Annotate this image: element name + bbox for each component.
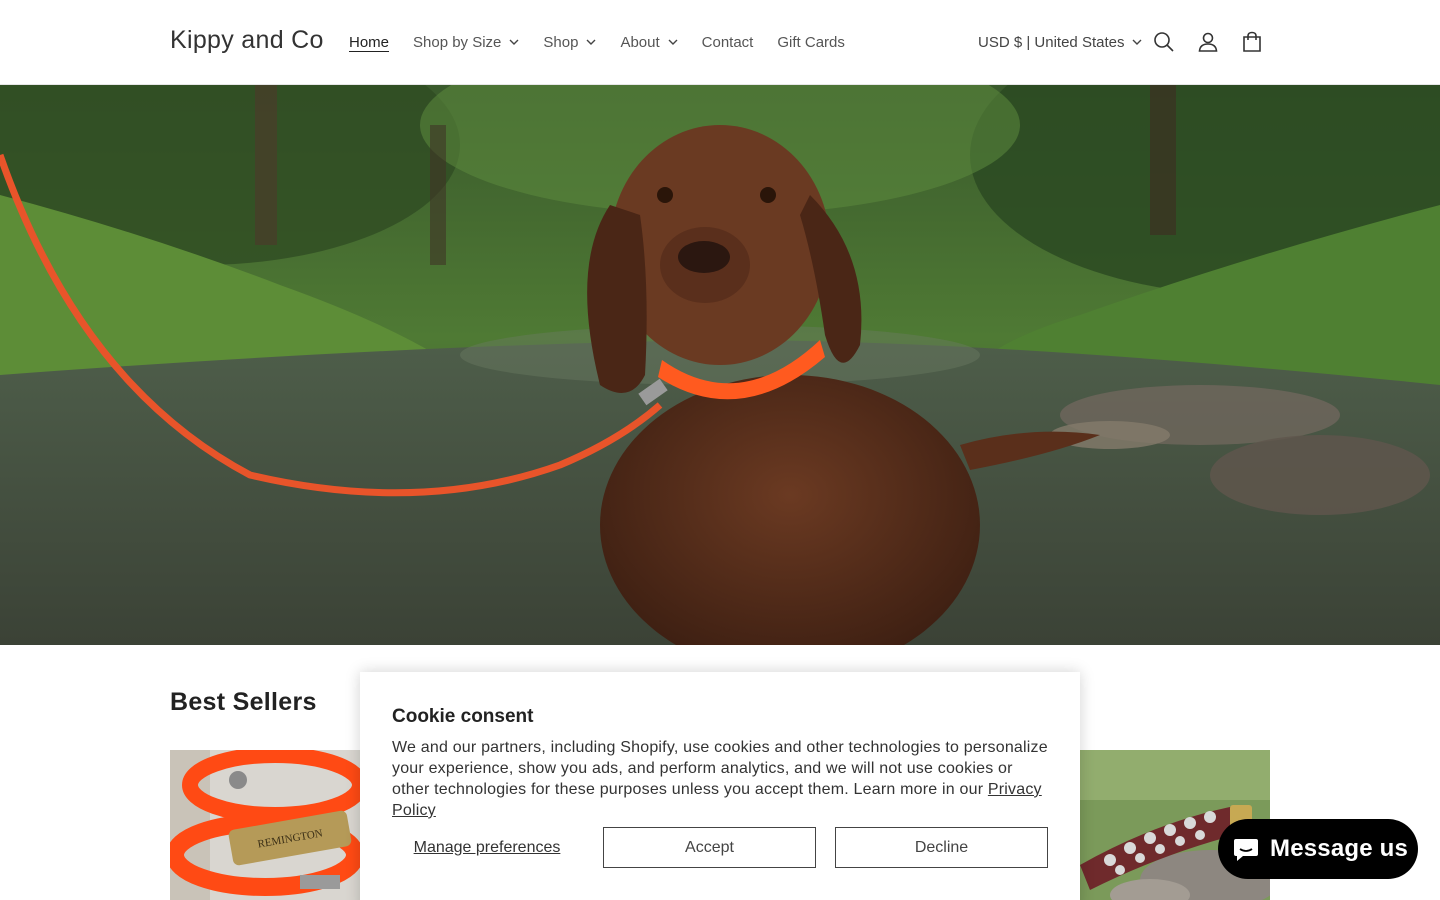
search-icon [1154,32,1174,52]
cookie-consent-dialog: Cookie consent We and our partners, incl… [360,672,1080,900]
cart-button[interactable] [1230,20,1274,64]
best-sellers-title: Best Sellers [170,688,317,716]
nav-about[interactable]: About [608,0,689,84]
product-image: REMINGTON [170,750,360,900]
account-icon [1198,32,1218,52]
product-card[interactable]: REMINGTON [170,750,360,900]
message-us-button[interactable]: Message us [1218,819,1418,879]
message-us-label: Message us [1270,835,1409,862]
currency-selector[interactable]: USD $ | United States [966,0,1154,84]
search-button[interactable] [1142,20,1186,64]
nav-shop-by-size[interactable]: Shop by Size [401,0,531,84]
manage-preferences-button[interactable]: Manage preferences [392,827,582,868]
main-nav: Home Shop by Size Shop About Contact Gif… [337,0,857,84]
hero-image [0,85,1440,645]
currency-label: USD $ | United States [978,33,1125,51]
site-header: Kippy and Co Home Shop by Size Shop Abou… [0,0,1440,85]
nav-gift-cards-label: Gift Cards [777,33,845,51]
account-button[interactable] [1186,20,1230,64]
chevron-down-icon [509,39,519,45]
nav-contact[interactable]: Contact [690,0,766,84]
cookie-description: We and our partners, including Shopify, … [392,737,1048,821]
accept-button[interactable]: Accept [603,827,816,868]
nav-about-label: About [620,33,660,51]
site-logo[interactable]: Kippy and Co [170,26,324,55]
nav-gift-cards[interactable]: Gift Cards [765,0,857,84]
cart-icon [1243,31,1261,52]
chevron-down-icon [1132,39,1142,45]
chevron-down-icon [586,39,596,45]
nav-home-label: Home [349,33,390,51]
cookie-actions: Manage preferences Accept Decline [392,827,1048,868]
nav-contact-label: Contact [701,33,754,51]
cookie-body-text: We and our partners, including Shopify, … [392,739,1048,798]
chat-bubble-icon [1234,839,1258,861]
nav-home[interactable]: Home [337,0,401,84]
nav-shop-by-size-label: Shop by Size [413,33,502,51]
decline-button[interactable]: Decline [835,827,1048,868]
hero-banner [0,85,1440,645]
cookie-title: Cookie consent [392,706,534,727]
nav-shop-label: Shop [543,33,579,51]
nav-shop[interactable]: Shop [531,0,608,84]
chevron-down-icon [668,39,678,45]
